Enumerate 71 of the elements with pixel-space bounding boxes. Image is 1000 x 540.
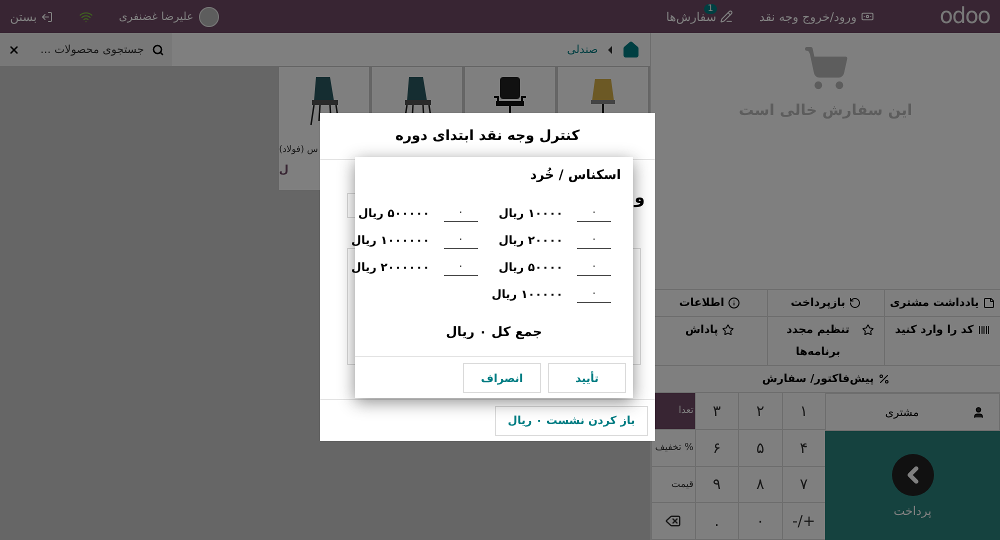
bill-count-field[interactable]: ۰ [577, 204, 611, 222]
bill-count-field[interactable]: ۰ [577, 258, 611, 276]
bill-count-field[interactable]: ۰ [444, 230, 478, 248]
exit-icon [40, 10, 53, 22]
bill-count-field[interactable]: ۰ [444, 258, 478, 276]
numpad-key[interactable]: ۴ [782, 430, 825, 466]
bill-label: ۲۰۰۰۰ ریال [498, 232, 563, 246]
cash-in-out-button[interactable]: ورود/خروج وجه نقد [759, 10, 874, 24]
numpad-key[interactable]: . [694, 503, 738, 540]
caret-icon [608, 46, 612, 54]
control-button[interactable]: کد را وارد کنید [884, 317, 1000, 366]
breadcrumb-link[interactable]: صندلی [567, 43, 598, 56]
chevron-icon [892, 454, 934, 496]
bill-label: ۲۰۰۰۰۰۰ ریال [351, 260, 430, 274]
bill-count-field[interactable]: ۰ [577, 284, 611, 302]
bill-label: ۵۰۰۰۰ ریال [498, 260, 563, 274]
backspace-icon [665, 513, 682, 530]
search-bar[interactable]: جستجوی محصولات ... [0, 33, 172, 66]
control-button[interactable]: بازپرداخت [767, 290, 884, 317]
numpad-key[interactable]: ۹ [694, 466, 738, 504]
dialog-title: کنترل وجه نقد ابتدای دوره [395, 128, 580, 144]
numpad-key[interactable]: ۲ [738, 393, 782, 430]
note-icon [982, 297, 995, 309]
logo[interactable]: odoo [940, 4, 990, 29]
numpad-key[interactable]: ۱ [782, 393, 825, 430]
numpad-key[interactable]: ۰ [738, 503, 782, 540]
numpad-key[interactable]: ۷ [782, 466, 825, 504]
info-icon [728, 297, 740, 309]
customer-button[interactable]: مشتری [825, 393, 1000, 431]
total-text: جمع کل ۰ ریال [446, 325, 542, 340]
orders-count-badge: 1 [704, 4, 718, 14]
close-icon[interactable] [8, 44, 20, 56]
star-icon [722, 324, 734, 336]
product-price: ل [279, 163, 289, 176]
bill-label: ۱۰۰۰۰۰۰ ریال [351, 232, 430, 246]
refresh-icon [849, 297, 862, 309]
wifi-icon [78, 10, 93, 24]
cart-icon [802, 45, 848, 91]
dialog-title: اسکناس / خُرد [529, 166, 622, 183]
cash-icon [860, 10, 874, 23]
cancel-button[interactable]: انصراف [463, 363, 541, 393]
confirm-button[interactable]: تأیید [548, 363, 626, 393]
bill-label: ۱۰۰۰۰ ریال [498, 206, 563, 220]
home-icon[interactable] [622, 40, 640, 58]
backspace-key[interactable] [651, 503, 694, 540]
edit-icon [720, 10, 734, 23]
payment-button[interactable]: پرداخت [825, 431, 1000, 540]
bill-label: ۱۰۰۰۰۰ ریال [492, 286, 563, 300]
person-icon [972, 406, 985, 418]
star-icon [862, 324, 874, 336]
mode-key[interactable]: قیمت [651, 466, 694, 504]
numpad-key[interactable]: ۶ [694, 430, 738, 466]
control-button[interactable]: تنظیم مجدد برنامه‌ها [767, 317, 884, 366]
section-heading: و [634, 188, 645, 208]
barcode-icon [978, 324, 990, 336]
numpad-key[interactable]: ۳ [694, 393, 738, 430]
bill-count-field[interactable]: ۰ [577, 230, 611, 248]
numpad-key[interactable]: ۸ [738, 466, 782, 504]
product-name: س (فولاد) [279, 145, 318, 155]
percent-icon [878, 373, 890, 385]
numpad-key[interactable]: +/- [782, 503, 825, 540]
bill-count-field[interactable]: ۰ [444, 204, 478, 222]
bill-label: ۵۰۰۰۰۰ ریال [358, 206, 430, 220]
open-session-button[interactable]: باز کردن نشست ۰ ریال [494, 406, 648, 436]
search-icon [152, 44, 164, 56]
close-button[interactable]: بستن [10, 10, 53, 24]
numpad-key[interactable]: ۵ [738, 430, 782, 466]
avatar[interactable] [199, 6, 220, 26]
control-button[interactable]: یادداشت مشتری [884, 290, 1000, 317]
user-name: علیرضا غضنفری [118, 10, 194, 23]
search-field[interactable]: جستجوی محصولات ... [26, 42, 146, 57]
